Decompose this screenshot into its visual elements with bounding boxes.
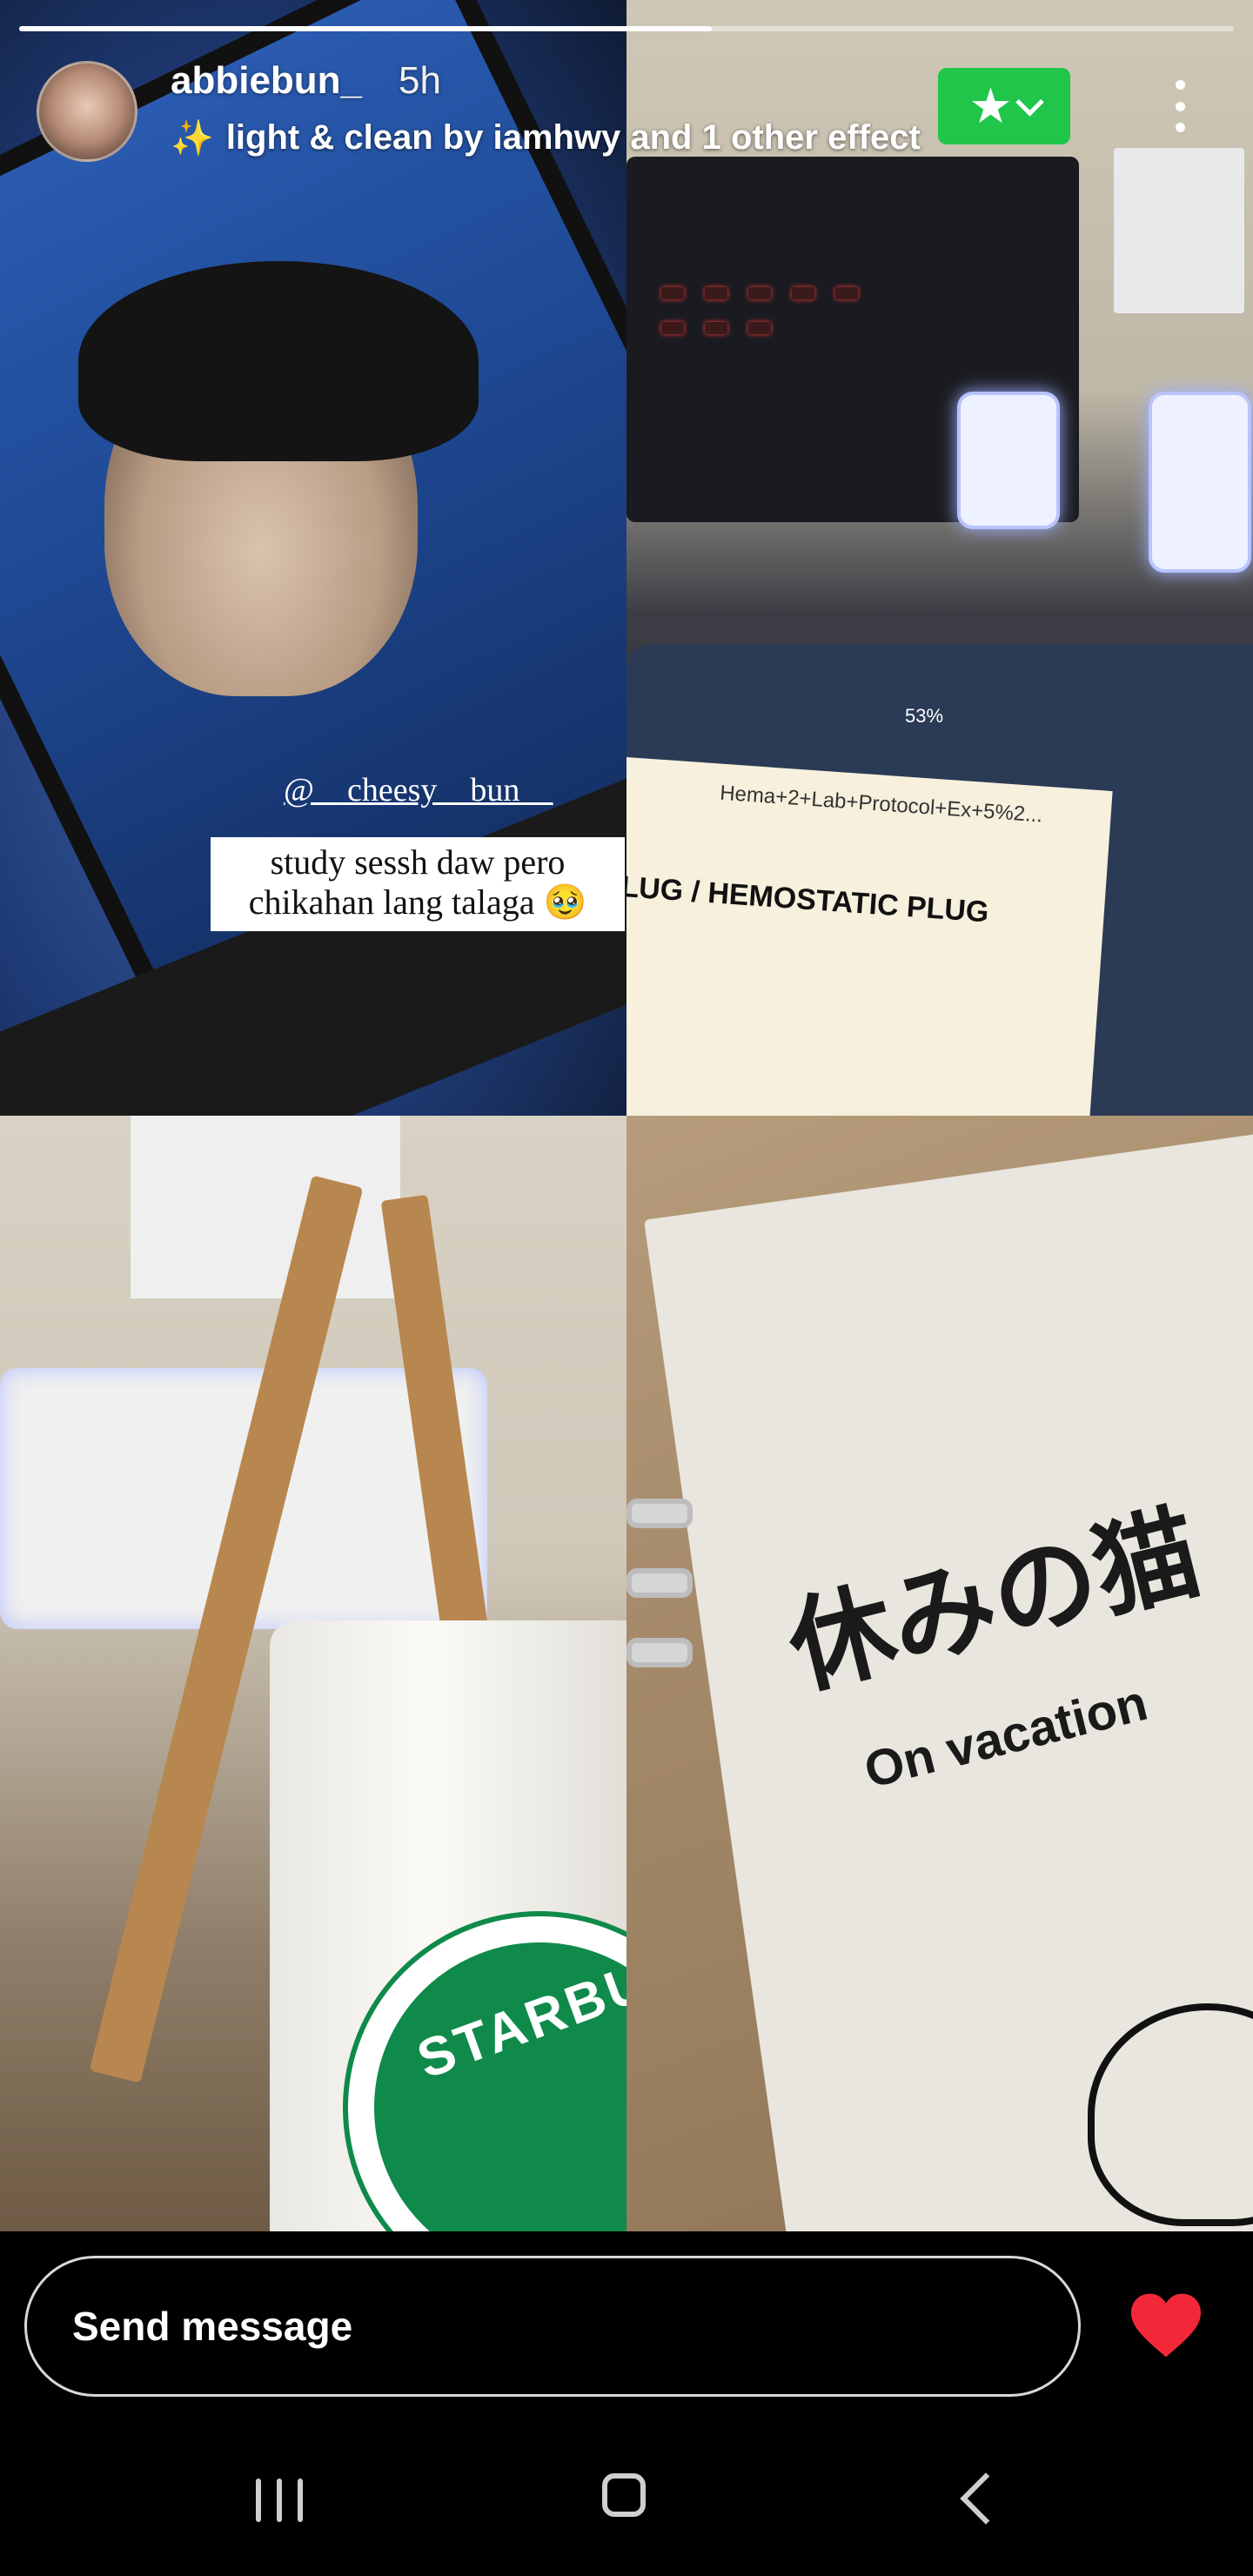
more-dot: [1175, 123, 1185, 132]
wall-poster: [1114, 148, 1244, 313]
caption-text: study sessh daw pero chikahan lang talag…: [211, 837, 625, 931]
recents-bar: [277, 2479, 282, 2522]
keyboard-key: [705, 287, 727, 299]
more-vertical-icon[interactable]: [1163, 80, 1197, 132]
doc-title: Hema+2+Lab+Protocol+Ex+5%2...: [719, 781, 1044, 828]
video-call-hair: [78, 261, 479, 461]
notebook-ring: [626, 1638, 693, 1667]
close-friends-button[interactable]: ★: [938, 68, 1070, 144]
star-icon: ★: [968, 78, 1013, 133]
doc-heading: LUG / HEMOSTATIC PLUG: [626, 869, 990, 929]
more-dot: [1175, 101, 1185, 111]
home-icon[interactable]: [602, 2473, 646, 2517]
digital-clock-digit: [1149, 392, 1251, 573]
heart-icon[interactable]: [1128, 2291, 1204, 2360]
digital-clock-digit: [957, 392, 1060, 529]
more-dot: [1175, 80, 1185, 90]
effect-link[interactable]: ✨ light & clean by iamhwy and 1 other ef…: [171, 118, 921, 158]
send-message-placeholder: Send message: [72, 2304, 353, 2349]
story-viewer[interactable]: Hema+2+Lab+Protocol+Ex+5%2... LUG / HEMO…: [0, 0, 1253, 2231]
effect-label: light & clean by iamhwy and 1 other effe…: [225, 118, 921, 157]
coffee-mug: STARBUCKS: [270, 1620, 626, 2231]
photo-desk-tablet: Hema+2+Lab+Protocol+Ex+5%2... LUG / HEMO…: [626, 0, 1253, 1116]
keyboard-key: [792, 287, 814, 299]
keyboard-key: [661, 322, 684, 334]
recents-icon[interactable]: [256, 2479, 303, 2522]
mention-sticker[interactable]: @__cheesy__bun__: [284, 771, 553, 809]
avatar[interactable]: [37, 61, 137, 162]
mug-brand-text: STARBUCKS: [409, 1909, 626, 2090]
notebook-ring: [626, 1499, 693, 1528]
username[interactable]: abbiebun_: [171, 59, 362, 103]
keyboard-key: [748, 322, 771, 334]
tablet-battery: 53%: [905, 705, 944, 727]
mug-logo: STARBUCKS: [348, 1909, 626, 2231]
recents-bar: [256, 2479, 261, 2522]
recents-bar: [298, 2479, 303, 2522]
chevron-down-icon: [1015, 87, 1044, 117]
keyboard-key: [705, 322, 727, 334]
photo-laptop-videocall: [0, 0, 626, 1116]
back-icon[interactable]: [960, 2472, 1012, 2525]
caption-line: study sessh daw pero: [270, 842, 566, 882]
sparkle-icon: ✨: [171, 118, 214, 158]
caption-line: chikahan lang talaga 🥹: [248, 882, 587, 922]
photo-mug-clock: STARBUCKS: [0, 1116, 626, 2231]
keyboard-key: [661, 287, 684, 299]
story-progress-fill: [19, 26, 712, 31]
send-message-input[interactable]: Send message: [24, 2256, 1081, 2397]
story-progress-bar: [19, 26, 1234, 31]
tablet: Hema+2+Lab+Protocol+Ex+5%2... LUG / HEMO…: [626, 644, 1253, 1116]
keyboard-key: [835, 287, 858, 299]
tablet-document: Hema+2+Lab+Protocol+Ex+5%2... LUG / HEMO…: [626, 757, 1113, 1116]
wall-drawing: [131, 1116, 400, 1298]
photo-notebook: 休みの猫 On vacation: [626, 1116, 1253, 2231]
keyboard-key: [748, 287, 771, 299]
system-nav-bar: [0, 2428, 1253, 2576]
notebook-ring: [626, 1568, 693, 1598]
post-time: 5h: [399, 59, 441, 102]
